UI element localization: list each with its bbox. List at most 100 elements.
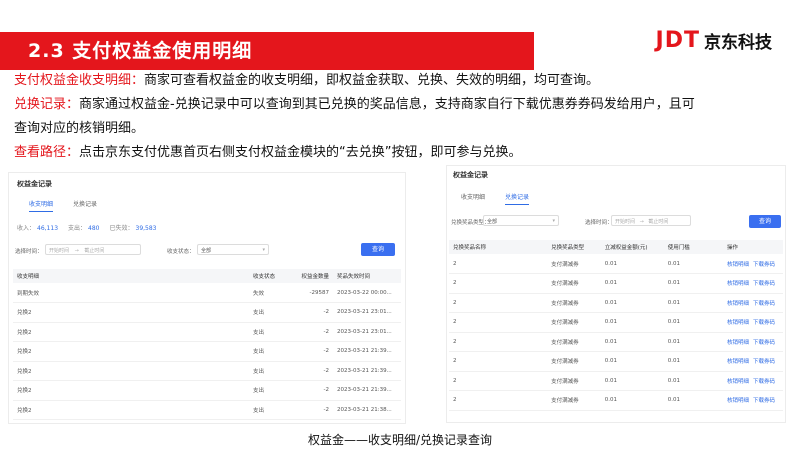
download-code-link[interactable]: 下载券码 <box>753 359 775 365</box>
download-code-link[interactable]: 下载券码 <box>753 379 775 385</box>
paragraph-label: 查看路径： <box>14 145 80 160</box>
cell-detail: 兑换2 <box>13 322 249 342</box>
table-row: 2 支付满减券 0.01 0.01 核销明细 下载券码 <box>449 293 783 313</box>
cell-threshold: 0.01 <box>663 312 723 333</box>
time-filter-label: 选择时间： <box>585 220 613 226</box>
table-row: 兑换2 支出 -2 2023-03-21 21:39... <box>13 361 401 381</box>
table-row: 2 支付满减券 0.01 0.01 核销明细 下载券码 <box>449 312 783 333</box>
download-code-link[interactable]: 下载券码 <box>753 262 775 268</box>
cell-prize-name: 2 <box>449 312 548 333</box>
paragraph-label: 兑换记录： <box>14 97 80 112</box>
column-header: 使用门槛 <box>663 240 723 254</box>
verification-detail-link[interactable]: 核销明细 <box>727 379 749 385</box>
column-header: 收支状态 <box>249 269 291 283</box>
prize-type-select[interactable]: 全部 ▾ <box>483 215 559 226</box>
cell-threshold: 0.01 <box>663 254 723 274</box>
cell-prize-type: 支付满减券 <box>547 332 601 352</box>
cell-actions: 核销明细 下载券码 <box>722 254 783 274</box>
table-row: 2 支付满减券 0.01 0.01 核销明细 下载券码 <box>449 254 783 274</box>
tab-exchange-records[interactable]: 兑换记录 <box>73 199 97 212</box>
download-code-link[interactable]: 下载券码 <box>753 281 775 287</box>
table-header-row: 兑换奖品名称 兑换奖品类型 立减权益金额(元) 使用门槛 操作 <box>449 240 783 254</box>
tab-income-expense[interactable]: 收支明细 <box>461 192 485 205</box>
verification-detail-link[interactable]: 核销明细 <box>727 398 749 404</box>
stat-label: 收入： <box>17 225 36 232</box>
verification-detail-link[interactable]: 核销明细 <box>727 281 749 287</box>
date-range-input[interactable]: 开始时间 → 截止时间 <box>611 215 691 226</box>
cell-amount: -2 <box>291 380 333 401</box>
column-header: 兑换奖品类型 <box>547 240 601 254</box>
cell-detail: 到期失效 <box>13 283 249 303</box>
cell-prize-type: 支付满减券 <box>547 312 601 333</box>
cell-prize-name: 2 <box>449 332 548 352</box>
prize-type-value: 全部 <box>487 219 498 225</box>
cell-detail: 兑换2 <box>13 341 249 362</box>
cell-status: 支出 <box>249 380 291 401</box>
verification-detail-link[interactable]: 核销明细 <box>727 340 749 346</box>
cell-status: 失效 <box>249 283 291 303</box>
verification-detail-link[interactable]: 核销明细 <box>727 301 749 307</box>
verification-detail-link[interactable]: 核销明细 <box>727 359 749 365</box>
start-date-placeholder: 开始时间 <box>615 219 636 225</box>
stat-value: 480 <box>88 225 100 232</box>
cell-detail: 兑换2 <box>13 361 249 381</box>
paragraph-1: 支付权益金收支明细：商家可查看权益金的收支明细，即权益金获取、兑换、失效的明细，… <box>14 72 599 90</box>
cell-threshold: 0.01 <box>663 332 723 352</box>
paragraph-label: 支付权益金收支明细： <box>14 73 145 88</box>
paragraph-text: 商家通过权益金-兑换记录中可以查询到其已兑换的奖品信息，支持商家自行下载优惠券券… <box>79 97 695 112</box>
verification-detail-link[interactable]: 核销明细 <box>727 262 749 268</box>
cell-threshold: 0.01 <box>663 351 723 372</box>
cell-amount: 0.01 <box>600 293 664 313</box>
table-row: 兑换2 支出 -2 2023-03-21 23:01... <box>13 302 401 323</box>
cell-detail: 兑换2 <box>13 380 249 401</box>
paragraph-text: 点击京东支付优惠首页右侧支付权益金模块的“去兑换”按钮，即可参与兑换。 <box>79 145 522 160</box>
cell-amount: -2 <box>291 322 333 342</box>
logo-mark: JDT <box>655 27 700 53</box>
download-code-link[interactable]: 下载券码 <box>753 301 775 307</box>
tab-exchange-records[interactable]: 兑换记录 <box>505 192 530 205</box>
cell-status: 支出 <box>249 361 291 381</box>
cell-amount: 0.01 <box>600 390 664 411</box>
cell-detail: 兑换2 <box>13 302 249 323</box>
verification-detail-link[interactable]: 核销明细 <box>727 320 749 326</box>
column-header: 操作 <box>722 240 783 254</box>
cell-prize-type: 支付满减券 <box>547 293 601 313</box>
status-select[interactable]: 全部 ▾ <box>197 244 269 255</box>
download-code-link[interactable]: 下载券码 <box>753 340 775 346</box>
column-header: 权益金数量 <box>291 269 333 283</box>
range-arrow-icon: → <box>639 219 644 225</box>
cell-threshold: 0.01 <box>663 293 723 313</box>
stat-value: 39,583 <box>135 225 157 232</box>
stat-expired: 已失效： 39,583 <box>109 223 156 232</box>
paragraph-3: 查询对应的核销明细。 <box>14 120 144 138</box>
exchange-records-table: 兑换奖品名称 兑换奖品类型 立减权益金额(元) 使用门槛 操作 2 支付满减券 0.… <box>449 240 783 411</box>
tab-income-expense[interactable]: 收支明细 <box>29 199 54 212</box>
cell-actions: 核销明细 下载券码 <box>722 390 783 411</box>
cell-threshold: 0.01 <box>663 371 723 391</box>
cell-actions: 核销明细 下载券码 <box>722 273 783 294</box>
search-button[interactable]: 查询 <box>749 215 781 228</box>
search-button[interactable]: 查询 <box>361 243 395 256</box>
cell-prize-type: 支付满减券 <box>547 254 601 274</box>
download-code-link[interactable]: 下载券码 <box>753 320 775 326</box>
panel-tabs: 收支明细 兑换记录 <box>29 199 97 212</box>
table-row: 兑换2 支出 -2 2023-03-21 23:01... <box>13 322 401 342</box>
time-filter-label: 选择时间： <box>15 249 43 255</box>
panel-title: 权益金记录 <box>453 171 488 179</box>
cell-detail: 兑换2 <box>13 400 249 420</box>
date-range-input[interactable]: 开始时间 → 截止时间 <box>45 244 141 255</box>
cell-prize-type: 支付满减券 <box>547 390 601 411</box>
download-code-link[interactable]: 下载券码 <box>753 398 775 404</box>
cell-status: 支出 <box>249 302 291 323</box>
cell-prize-name: 2 <box>449 351 548 372</box>
figure-caption: 权益金——收支明细/兑换记录查询 <box>307 433 493 447</box>
column-header: 兑换奖品名称 <box>449 240 548 254</box>
table-row: 2 支付满减券 0.01 0.01 核销明细 下载券码 <box>449 273 783 294</box>
stat-value: 46,113 <box>37 225 59 232</box>
table-row: 兑换2 支出 -2 2023-03-21 21:39... <box>13 341 401 362</box>
slide-header: 2.3 支付权益金使用明细 JDT 京东科技 <box>0 0 800 72</box>
cell-time: 2023-03-22 00:00... <box>333 283 401 303</box>
cell-time: 2023-03-21 21:38... <box>333 400 401 420</box>
cell-actions: 核销明细 下载券码 <box>722 371 783 391</box>
cell-actions: 核销明细 下载券码 <box>722 312 783 333</box>
